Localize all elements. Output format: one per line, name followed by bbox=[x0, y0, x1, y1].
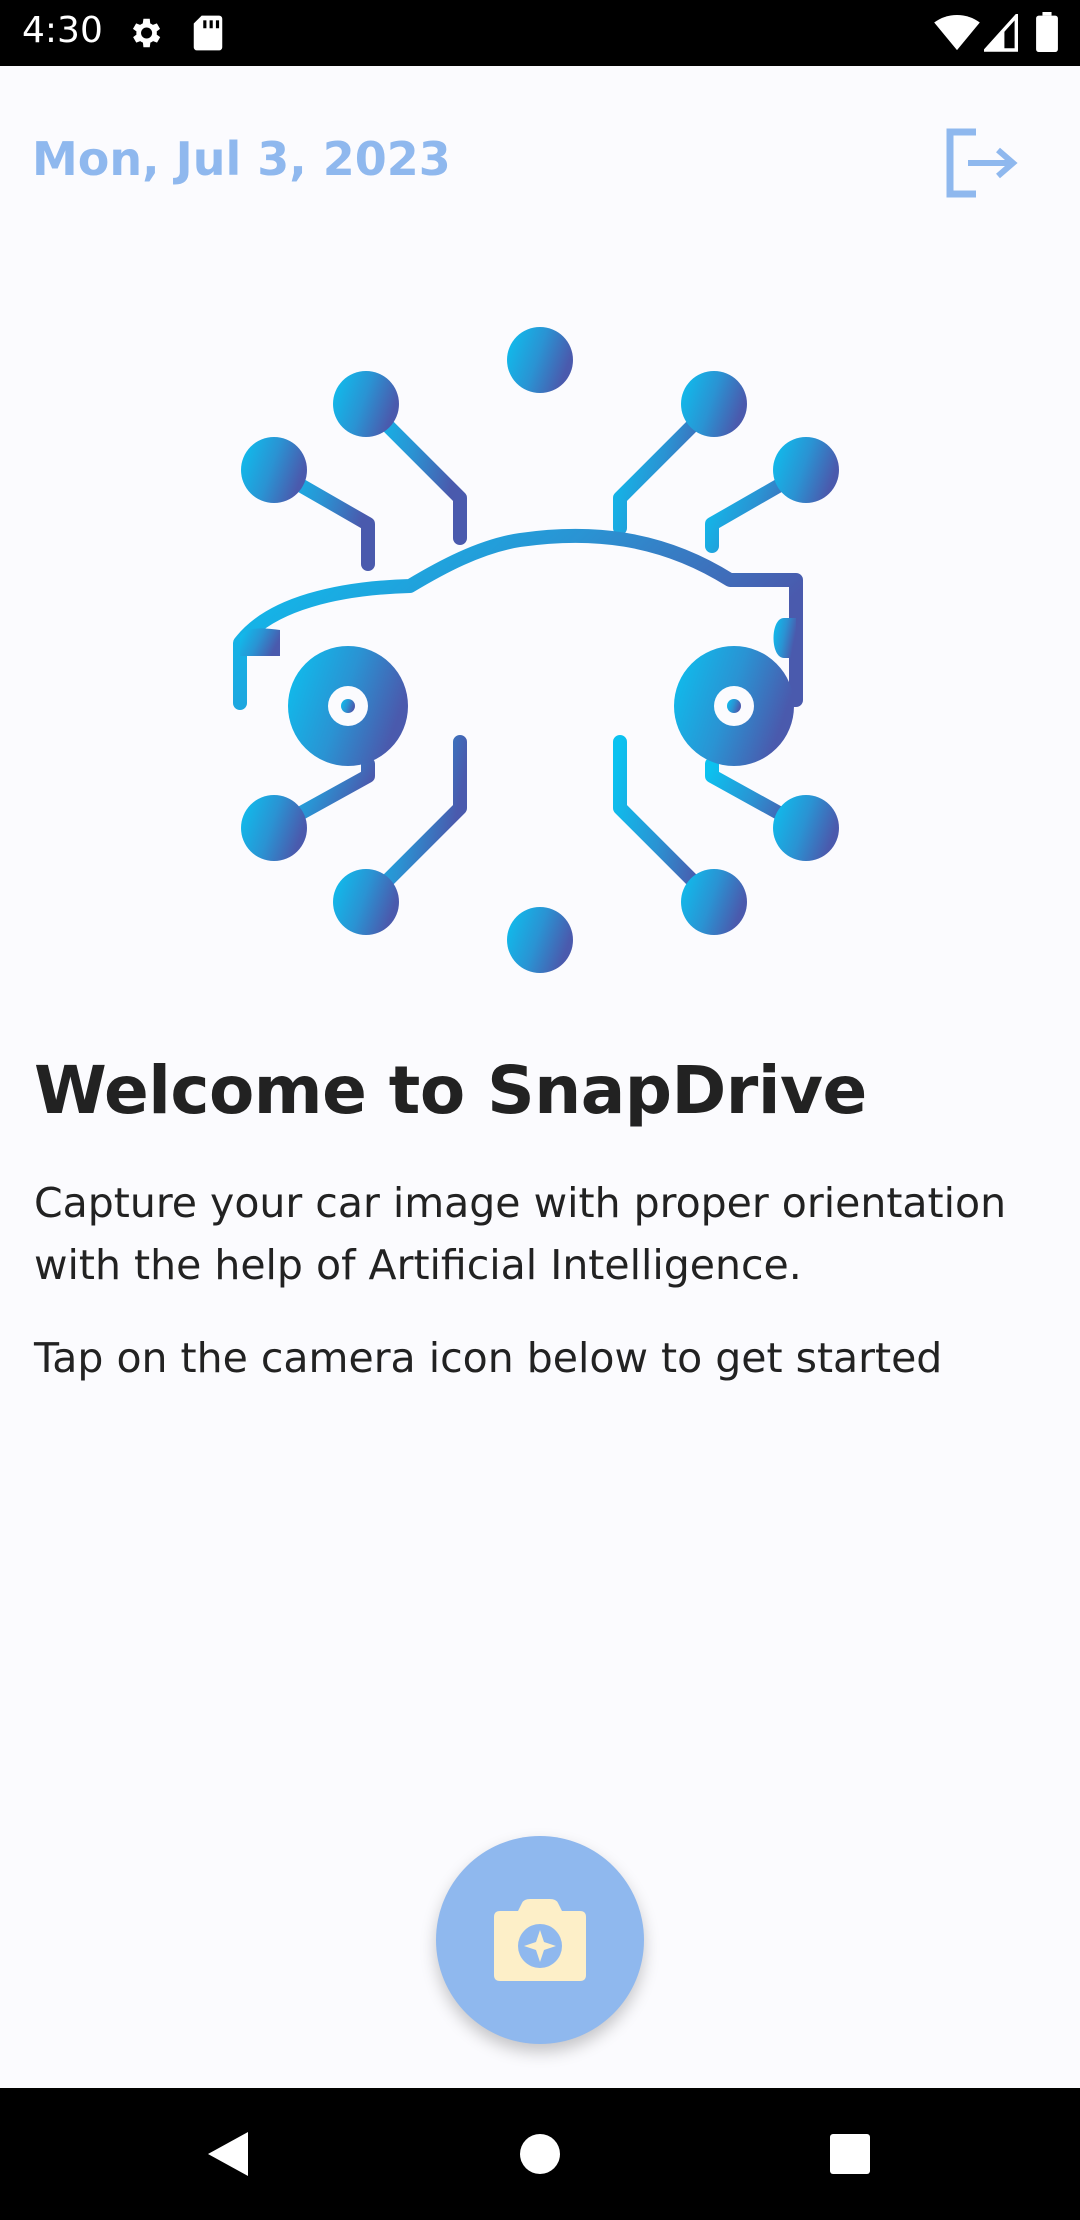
signal-icon bbox=[984, 14, 1018, 52]
recents-icon[interactable] bbox=[820, 2124, 880, 2184]
welcome-hint: Tap on the camera icon below to get star… bbox=[34, 1334, 943, 1382]
camera-icon bbox=[494, 1899, 586, 1981]
sd-card-icon bbox=[193, 15, 223, 51]
status-bar: 4:30 bbox=[0, 0, 1080, 66]
navigation-bar bbox=[0, 2088, 1080, 2220]
back-icon[interactable] bbox=[200, 2124, 260, 2184]
camera-button[interactable] bbox=[436, 1836, 644, 2044]
welcome-title: Welcome to SnapDrive bbox=[34, 1052, 867, 1129]
welcome-description: Capture your car image with proper orien… bbox=[34, 1179, 1007, 1289]
status-time: 4:30 bbox=[22, 10, 103, 51]
logout-icon[interactable] bbox=[946, 128, 1020, 198]
ai-car-circuit-logo bbox=[233, 327, 839, 973]
home-icon[interactable] bbox=[510, 2124, 570, 2184]
gear-icon bbox=[132, 18, 161, 48]
battery-icon bbox=[1036, 12, 1058, 52]
wifi-icon bbox=[934, 14, 980, 51]
header-date: Mon, Jul 3, 2023 bbox=[32, 132, 451, 186]
